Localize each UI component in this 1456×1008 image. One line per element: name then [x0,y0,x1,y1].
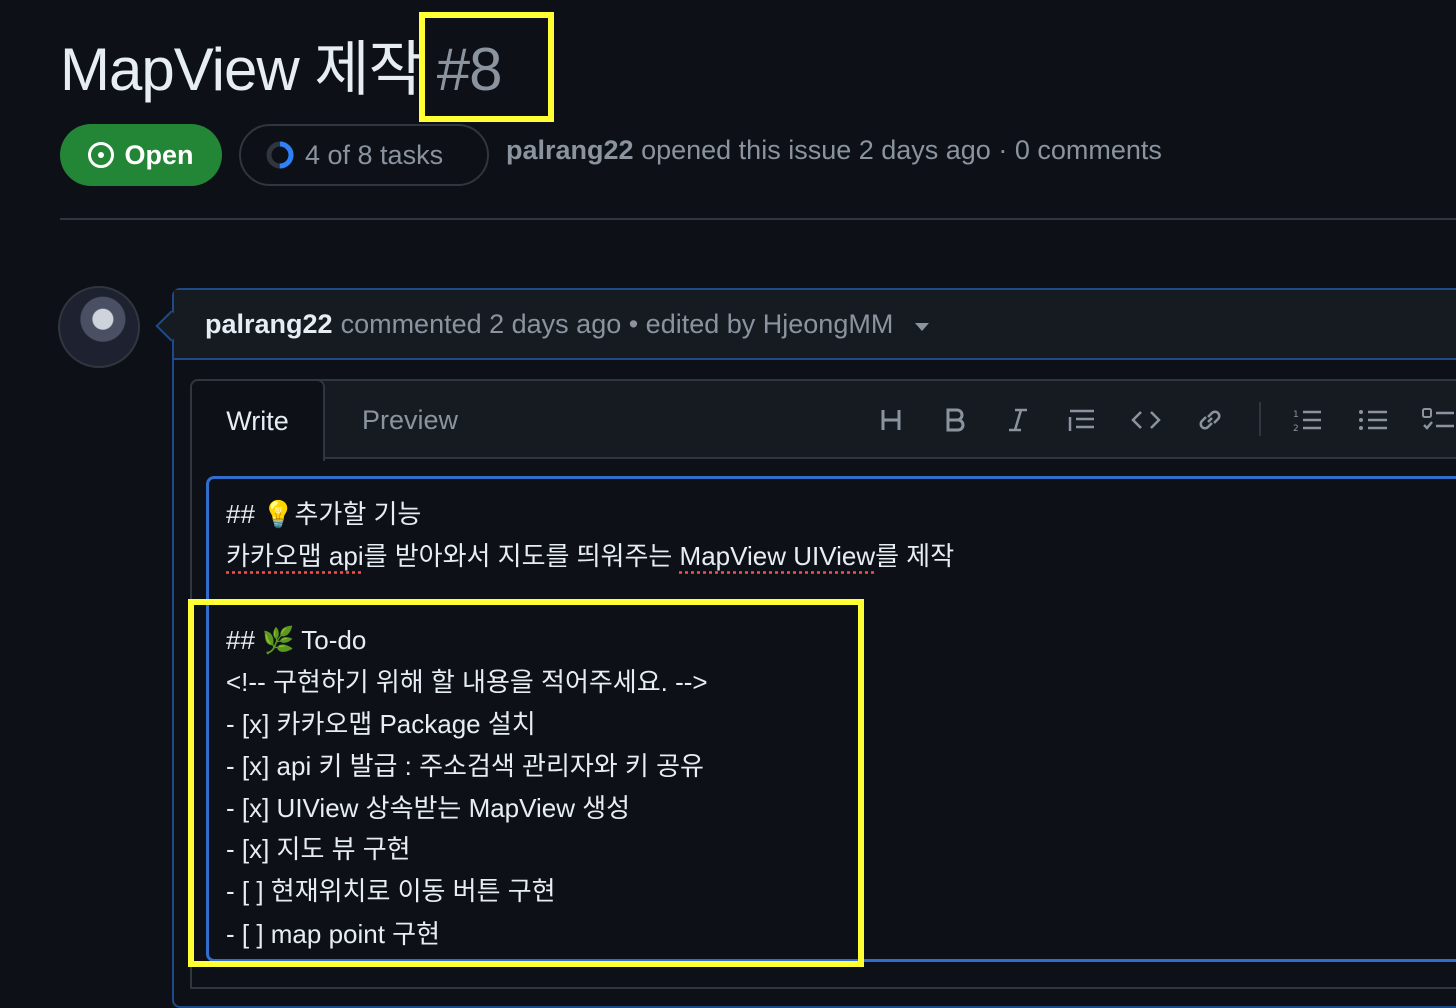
editor-line-2-part-a: 카카오맵 api [226,541,364,571]
editor-line-2: 카카오맵 api를 받아와서 지도를 띄워주는 MapView UIView를 … [226,538,954,574]
code-icon[interactable] [1126,400,1166,440]
highlight-box-todo [188,599,864,967]
link-icon[interactable] [1190,400,1230,440]
task-list-icon[interactable] [1418,400,1456,440]
highlight-box-issue-number [419,12,554,122]
issue-opened-icon [88,142,115,168]
tab-preview[interactable]: Preview [340,381,480,459]
avatar[interactable] [58,286,140,368]
comment-meta-text: commented 2 days ago • edited by HjeongM… [340,308,894,339]
svg-text:2: 2 [1293,424,1299,434]
tasks-progress-badge[interactable]: 4 of 8 tasks [239,124,489,186]
tasks-progress-label: 4 of 8 tasks [305,139,444,170]
issue-meta: palrang22 opened this issue 2 days ago ·… [506,135,1162,166]
tab-write[interactable]: Write [190,379,325,461]
italic-icon[interactable] [998,400,1038,440]
svg-text:1: 1 [1293,410,1299,420]
status-badge-open: Open [60,124,222,186]
issue-title-text: MapView 제작 [60,36,424,103]
edit-history-caret-icon[interactable] [915,323,930,331]
toolbar-separator [1259,402,1261,436]
issue-meta-text: opened this issue 2 days ago · 0 comment… [641,135,1162,165]
comment-header: palrang22 commented 2 days ago • edited … [174,290,1456,360]
progress-ring-icon [266,141,294,169]
editor-line-2-part-d: 를 제작 [875,541,955,571]
quote-icon[interactable] [1062,400,1102,440]
editor-line-1: ## 💡추가할 기능 [226,499,422,529]
editor-line-2-part-b: 를 받아와서 지도를 띄워주는 [363,541,680,571]
unordered-list-icon[interactable] [1353,400,1393,440]
heading-icon[interactable] [871,400,911,440]
header-divider [60,218,1456,220]
ordered-list-icon[interactable]: 12 [1287,400,1327,440]
editor-line-2-part-c: MapView UIView [679,541,876,571]
bold-icon[interactable] [935,400,975,440]
issue-author-link[interactable]: palrang22 [506,135,634,165]
status-badge-label: Open [124,139,194,170]
comment-author-link[interactable]: palrang22 [205,309,333,340]
